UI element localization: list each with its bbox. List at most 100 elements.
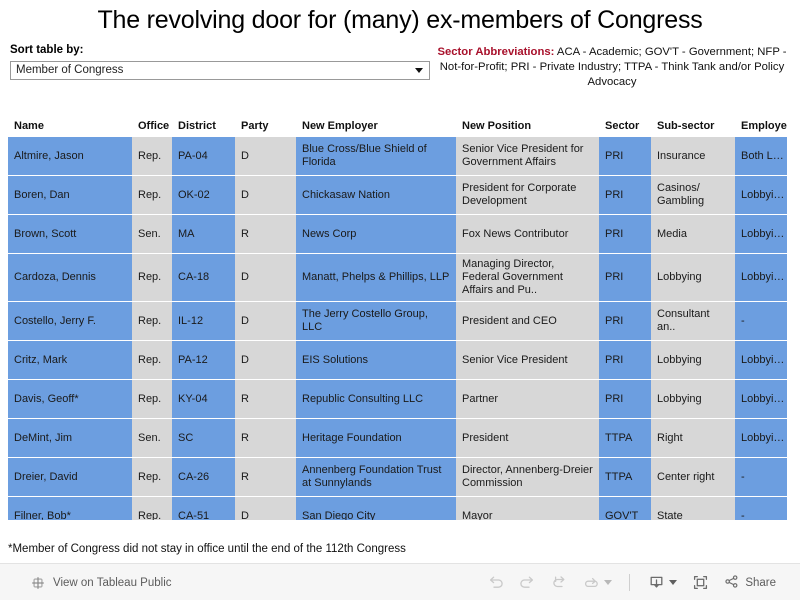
cell-office[interactable]: Rep. [132,137,172,176]
cell-name[interactable]: Critz, Mark [8,340,132,380]
cell-office[interactable]: Rep. [132,457,172,497]
data-table-container[interactable]: Name Office District Party New Employer … [8,116,787,520]
cell-emplobby[interactable]: Lobbyi… [735,418,787,458]
cell-employer[interactable]: Chickasaw Nation [296,175,456,215]
cell-office[interactable]: Rep. [132,301,172,341]
cell-name[interactable]: Brown, Scott [8,214,132,254]
cell-sector[interactable]: PRI [599,253,651,302]
cell-sector[interactable]: TTPA [599,418,651,458]
table-row[interactable]: Davis, Geoff* Rep. KY-04 R Republic Consulti… [8,379,787,419]
cell-party[interactable]: R [235,379,296,419]
cell-sector[interactable]: GOV'T [599,496,651,520]
column-header-employer[interactable]: New Employer [296,116,456,137]
cell-employer[interactable]: The Jerry Costello Group, LLC [296,301,456,341]
cell-district[interactable]: PA-04 [172,137,235,176]
download-icon[interactable] [641,568,671,598]
cell-office[interactable]: Rep. [132,379,172,419]
chevron-down-icon-pause[interactable] [604,580,613,585]
fullscreen-icon[interactable] [685,568,715,598]
cell-employer[interactable]: Republic Consulting LLC [296,379,456,419]
cell-subsector[interactable]: State [651,496,735,520]
cell-sector[interactable]: PRI [599,301,651,341]
cell-party[interactable]: D [235,253,296,302]
cell-employer[interactable]: Blue Cross/Blue Shield of Florida [296,137,456,176]
cell-emplobby[interactable]: Lobbyi… [735,340,787,380]
cell-party[interactable]: R [235,214,296,254]
cell-district[interactable]: SC [172,418,235,458]
cell-sector[interactable]: PRI [599,214,651,254]
cell-office[interactable]: Rep. [132,496,172,520]
cell-position[interactable]: Director, Annenberg-Dreier Commission [456,457,599,497]
cell-name[interactable]: Cardoza, Dennis [8,253,132,302]
cell-position[interactable]: Partner [456,379,599,419]
cell-subsector[interactable]: Casinos/ Gambling [651,175,735,215]
cell-position[interactable]: Fox News Contributor [456,214,599,254]
table-row[interactable]: Filner, Bob* Rep. CA-51 D San Diego City Mayo… [8,496,787,520]
cell-party[interactable]: R [235,418,296,458]
undo-icon[interactable] [480,568,510,598]
cell-district[interactable]: KY-04 [172,379,235,419]
cell-subsector[interactable]: Consultant an.. [651,301,735,341]
view-on-tableau-public-link[interactable]: View on Tableau Public [30,575,172,591]
column-header-office[interactable]: Office [132,116,172,137]
column-header-subsector[interactable]: Sub-sector [651,116,735,137]
cell-employer[interactable]: Heritage Foundation [296,418,456,458]
cell-position[interactable]: Mayor [456,496,599,520]
cell-subsector[interactable]: Right [651,418,735,458]
sort-dropdown[interactable]: Member of Congress [10,61,430,80]
cell-party[interactable]: D [235,496,296,520]
cell-position[interactable]: President [456,418,599,458]
cell-position[interactable]: President for Corporate Development [456,175,599,215]
cell-employer[interactable]: San Diego City [296,496,456,520]
cell-party[interactable]: D [235,175,296,215]
cell-party[interactable]: D [235,340,296,380]
cell-name[interactable]: Altmire, Jason [8,137,132,176]
cell-name[interactable]: Davis, Geoff* [8,379,132,419]
cell-subsector[interactable]: Lobbying [651,253,735,302]
table-row[interactable]: Boren, Dan Rep. OK-02 D Chickasaw Nation Pres… [8,175,787,215]
cell-office[interactable]: Rep. [132,253,172,302]
table-row[interactable]: Altmire, Jason Rep. PA-04 D Blue Cross/Blue … [8,137,787,176]
cell-subsector[interactable]: Lobbying [651,340,735,380]
cell-emplobby[interactable]: Lobbyi… [735,379,787,419]
cell-name[interactable]: Filner, Bob* [8,496,132,520]
cell-position[interactable]: Senior Vice President for Government Aff… [456,137,599,176]
cell-position[interactable]: Managing Director, Federal Government Af… [456,253,599,302]
column-header-district[interactable]: District [172,116,235,137]
chevron-down-icon-download[interactable] [669,580,678,585]
cell-employer[interactable]: Annenberg Foundation Trust at Sunnylands [296,457,456,497]
table-row[interactable]: Brown, Scott Sen. MA R News Corp Fox News Con… [8,214,787,254]
cell-party[interactable]: R [235,457,296,497]
cell-district[interactable]: OK-02 [172,175,235,215]
cell-subsector[interactable]: Media [651,214,735,254]
cell-emplobby[interactable]: Lobbyi… [735,175,787,215]
cell-district[interactable]: CA-18 [172,253,235,302]
table-row[interactable]: Critz, Mark Rep. PA-12 D EIS Solutions Senior… [8,340,787,380]
cell-name[interactable]: Costello, Jerry F. [8,301,132,341]
cell-position[interactable]: Senior Vice President [456,340,599,380]
cell-name[interactable]: Dreier, David [8,457,132,497]
cell-subsector[interactable]: Center right [651,457,735,497]
refresh-icon[interactable] [576,568,606,598]
chevron-down-icon[interactable] [415,68,423,73]
cell-district[interactable]: PA-12 [172,340,235,380]
cell-emplobby[interactable]: Both L… [735,137,787,176]
cell-party[interactable]: D [235,301,296,341]
column-header-name[interactable]: Name [8,116,132,137]
cell-party[interactable]: D [235,137,296,176]
table-row[interactable]: DeMint, Jim Sen. SC R Heritage Foundation Pre… [8,418,787,458]
cell-office[interactable]: Sen. [132,214,172,254]
revert-icon[interactable] [544,568,574,598]
cell-emplobby[interactable]: Lobbyi… [735,214,787,254]
cell-district[interactable]: IL-12 [172,301,235,341]
cell-sector[interactable]: PRI [599,379,651,419]
cell-position[interactable]: President and CEO [456,301,599,341]
cell-name[interactable]: DeMint, Jim [8,418,132,458]
cell-sector[interactable]: PRI [599,137,651,176]
table-row[interactable]: Costello, Jerry F. Rep. IL-12 D The Jerry Co… [8,301,787,341]
cell-office[interactable]: Rep. [132,340,172,380]
cell-office[interactable]: Rep. [132,175,172,215]
table-row[interactable]: Cardoza, Dennis Rep. CA-18 D Manatt, Phelps … [8,253,787,302]
table-row[interactable]: Dreier, David Rep. CA-26 R Annenberg Foundat… [8,457,787,497]
cell-emplobby[interactable]: - [735,301,787,341]
